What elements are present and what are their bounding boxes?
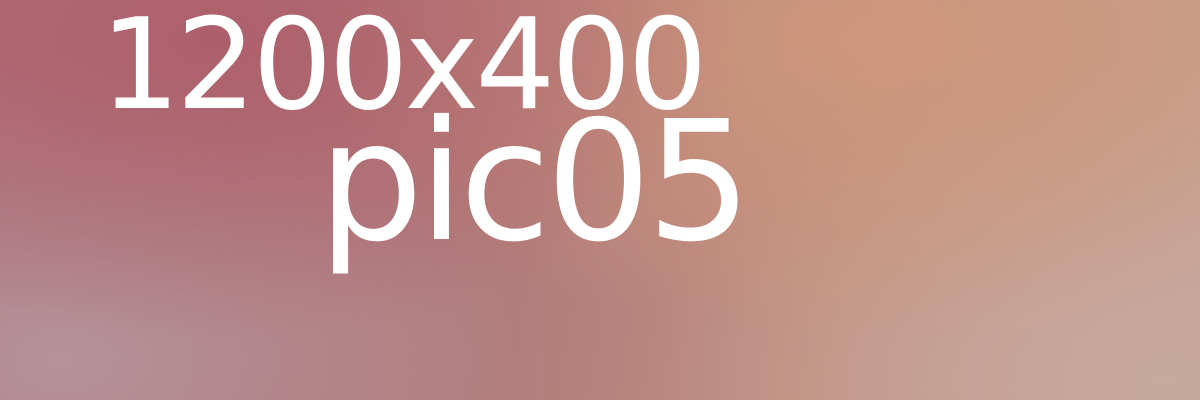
image-name-label: pic05	[318, 86, 752, 279]
placeholder-image: 1200x400 pic05	[0, 0, 1200, 400]
